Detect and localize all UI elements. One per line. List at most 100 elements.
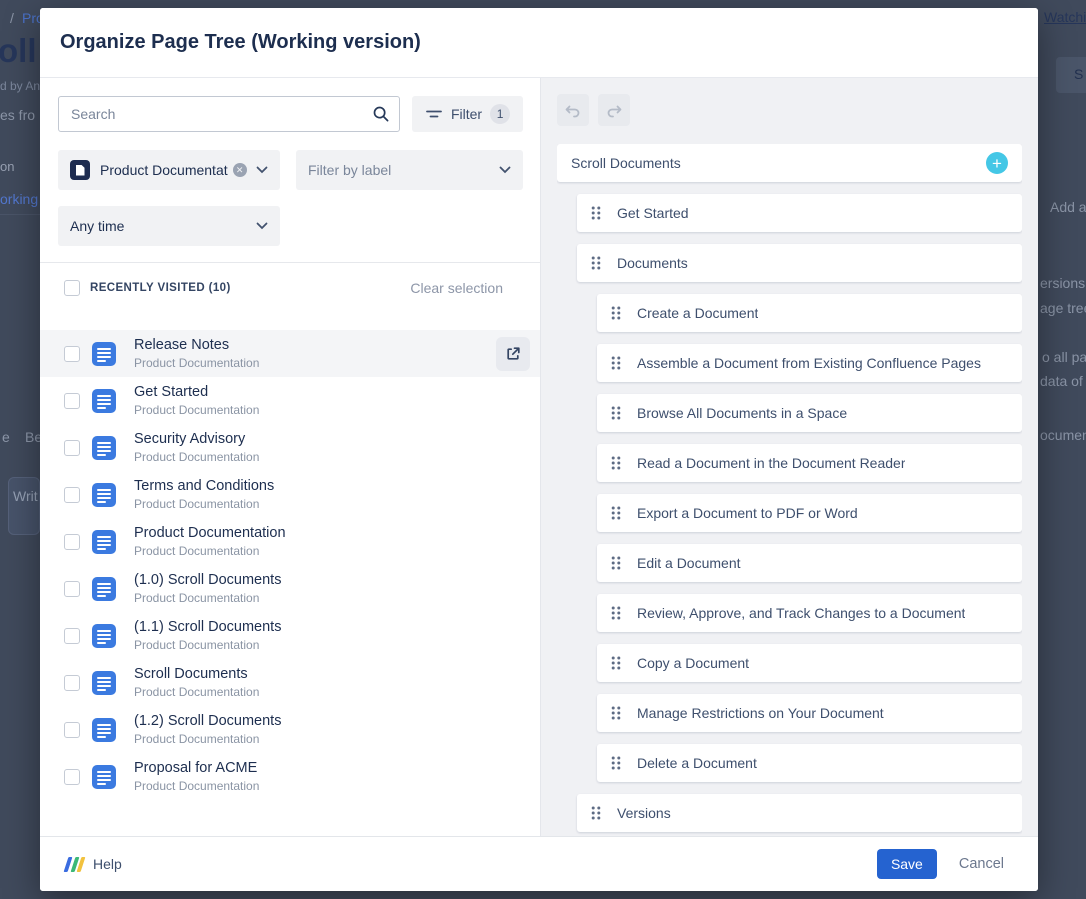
cancel-button[interactable]: Cancel xyxy=(959,856,1004,872)
tree-node[interactable]: Edit a Document xyxy=(597,544,1022,582)
drag-handle-icon[interactable] xyxy=(611,306,621,320)
undo-redo-toolbar xyxy=(557,94,1022,126)
item-checkbox[interactable] xyxy=(64,675,80,691)
save-button[interactable]: Save xyxy=(877,849,937,879)
drag-handle-icon[interactable] xyxy=(611,356,621,370)
list-item[interactable]: Scroll DocumentsProduct Documentation xyxy=(40,659,540,706)
drag-handle-icon[interactable] xyxy=(611,756,621,770)
tree-node[interactable]: Get Started xyxy=(577,194,1022,232)
page-space: Product Documentation xyxy=(134,684,259,701)
item-checkbox[interactable] xyxy=(64,722,80,738)
tree-node[interactable]: Manage Restrictions on Your Document xyxy=(597,694,1022,732)
drag-handle-icon[interactable] xyxy=(611,556,621,570)
page-text: Product DocumentationProduct Documentati… xyxy=(134,524,286,560)
list-item[interactable]: (1.2) Scroll DocumentsProduct Documentat… xyxy=(40,706,540,753)
list-header: RECENTLY VISITED (10) Clear selection xyxy=(58,276,523,300)
tree-node-label: Browse All Documents in a Space xyxy=(637,405,847,421)
item-checkbox[interactable] xyxy=(64,440,80,456)
space-filter-dropdown[interactable]: Product Documentat xyxy=(58,150,280,190)
redo-button[interactable] xyxy=(598,94,630,126)
label-filter-dropdown[interactable]: Filter by label xyxy=(296,150,523,190)
bg-frag-ersions: ersions xyxy=(1040,275,1085,293)
filter-button[interactable]: Filter 1 xyxy=(412,96,523,132)
screen: /Prooll Dd by Anes froonorkingeBeWritWat… xyxy=(0,0,1086,899)
tree-node[interactable]: Create a Document xyxy=(597,294,1022,332)
space-icon xyxy=(70,160,90,180)
drag-handle-icon[interactable] xyxy=(611,656,621,670)
list-item[interactable]: Release NotesProduct Documentation xyxy=(40,330,540,377)
open-page-button[interactable] xyxy=(496,337,530,371)
drag-handle-icon[interactable] xyxy=(611,456,621,470)
remove-space-filter-icon[interactable] xyxy=(233,163,247,177)
tree-node[interactable]: Versions xyxy=(577,794,1022,832)
tree-node[interactable]: Export a Document to PDF or Word xyxy=(597,494,1022,532)
page-title: (1.0) Scroll Documents xyxy=(134,571,281,590)
drag-handle-icon[interactable] xyxy=(611,506,621,520)
dialog-body: Filter 1 Product Documentat Filter xyxy=(40,78,1038,836)
tree-node[interactable]: Read a Document in the Document Reader xyxy=(597,444,1022,482)
bg-frag-o-all-pag: o all pag xyxy=(1042,349,1086,367)
item-checkbox[interactable] xyxy=(64,769,80,785)
tree-node-label: Assemble a Document from Existing Conflu… xyxy=(637,355,981,371)
chevron-down-icon xyxy=(499,166,511,174)
undo-button[interactable] xyxy=(557,94,589,126)
tree-node[interactable]: Review, Approve, and Track Changes to a … xyxy=(597,594,1022,632)
add-page-button[interactable] xyxy=(986,152,1008,174)
redo-icon xyxy=(605,102,623,118)
list-item[interactable]: Proposal for ACMEProduct Documentation xyxy=(40,753,540,800)
drag-handle-icon[interactable] xyxy=(591,256,601,270)
dialog-footer: Help Save Cancel xyxy=(40,836,1038,891)
page-space: Product Documentation xyxy=(134,590,281,607)
list-item[interactable]: (1.1) Scroll DocumentsProduct Documentat… xyxy=(40,612,540,659)
bg-header-s-button: S xyxy=(1056,57,1086,93)
bg-frag-orking: orking xyxy=(0,191,38,209)
help-link[interactable]: Help xyxy=(66,856,122,872)
item-checkbox[interactable] xyxy=(64,346,80,362)
page-space: Product Documentation xyxy=(134,543,286,560)
item-checkbox[interactable] xyxy=(64,393,80,409)
page-title: Security Advisory xyxy=(134,430,259,449)
item-checkbox[interactable] xyxy=(64,487,80,503)
page-title: Scroll Documents xyxy=(134,665,259,684)
drag-handle-icon[interactable] xyxy=(591,806,601,820)
tree-node[interactable]: Documents xyxy=(577,244,1022,282)
list-item[interactable]: Terms and ConditionsProduct Documentatio… xyxy=(40,471,540,518)
list-item[interactable]: Product DocumentationProduct Documentati… xyxy=(40,518,540,565)
tree-node-label: Edit a Document xyxy=(637,555,741,571)
tree-root-label: Scroll Documents xyxy=(571,155,681,171)
tree-panel: Scroll Documents Get Started Documents Crea… xyxy=(540,78,1038,836)
tree-root[interactable]: Scroll Documents xyxy=(557,144,1022,182)
external-link-icon xyxy=(505,346,521,362)
page-text: (1.2) Scroll DocumentsProduct Documentat… xyxy=(134,712,281,748)
item-checkbox[interactable] xyxy=(64,628,80,644)
list-item[interactable]: (1.0) Scroll DocumentsProduct Documentat… xyxy=(40,565,540,612)
tree-node-label: Copy a Document xyxy=(637,655,749,671)
time-filter-dropdown[interactable]: Any time xyxy=(58,206,280,246)
list-item[interactable]: Security AdvisoryProduct Documentation xyxy=(40,424,540,471)
search-input[interactable] xyxy=(58,96,400,132)
bg-watch-link: Watchi xyxy=(1044,9,1086,27)
list-item[interactable]: Get StartedProduct Documentation xyxy=(40,377,540,424)
drag-handle-icon[interactable] xyxy=(611,406,621,420)
page-icon xyxy=(92,530,116,554)
bg-byline: d by An xyxy=(0,79,40,94)
item-checkbox[interactable] xyxy=(64,581,80,597)
tree-node[interactable]: Copy a Document xyxy=(597,644,1022,682)
drag-handle-icon[interactable] xyxy=(611,606,621,620)
undo-icon xyxy=(564,102,582,118)
organize-page-tree-dialog: Organize Page Tree (Working version) xyxy=(40,8,1038,891)
tree-node-label: Manage Restrictions on Your Document xyxy=(637,705,884,721)
item-checkbox[interactable] xyxy=(64,534,80,550)
page-space: Product Documentation xyxy=(134,449,259,466)
tree-node-label: Get Started xyxy=(617,205,689,221)
drag-handle-icon[interactable] xyxy=(611,706,621,720)
clear-selection-link[interactable]: Clear selection xyxy=(410,280,503,296)
label-filter-placeholder: Filter by label xyxy=(308,162,391,178)
tree-node[interactable]: Assemble a Document from Existing Conflu… xyxy=(597,344,1022,382)
tree-node[interactable]: Browse All Documents in a Space xyxy=(597,394,1022,432)
select-all-checkbox[interactable] xyxy=(64,280,80,296)
tree-node-label: Export a Document to PDF or Word xyxy=(637,505,858,521)
tree-node-label: Versions xyxy=(617,805,671,821)
tree-node[interactable]: Delete a Document xyxy=(597,744,1022,782)
drag-handle-icon[interactable] xyxy=(591,206,601,220)
